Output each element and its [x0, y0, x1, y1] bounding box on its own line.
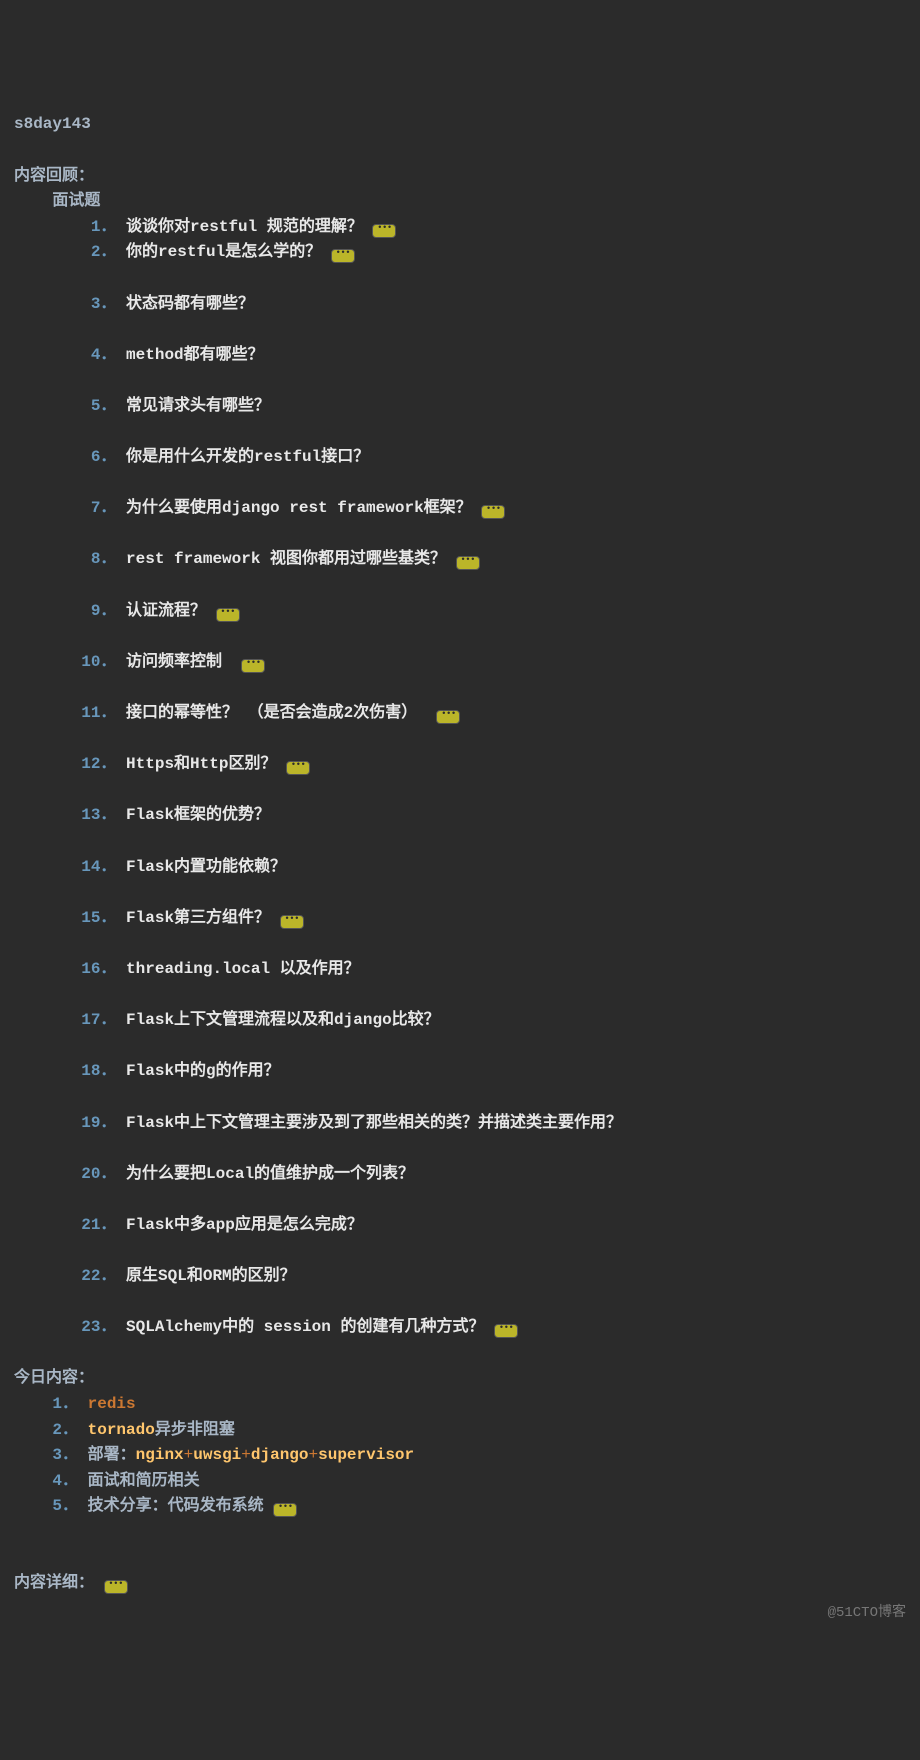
- today-number: 3．: [52, 1446, 78, 1464]
- question-text: threading.local 以及作用？: [126, 960, 360, 978]
- question-number: 8．: [91, 550, 117, 568]
- fold-badge-icon[interactable]: [241, 659, 265, 673]
- question-number: 7．: [91, 499, 117, 517]
- question-number: 15．: [81, 909, 116, 927]
- question-number: 18．: [81, 1062, 116, 1080]
- question-number: 14．: [81, 858, 116, 876]
- question-text: 你的restful是怎么学的？: [126, 243, 321, 261]
- question-number: 1．: [91, 218, 117, 236]
- fold-badge-icon[interactable]: [372, 224, 396, 238]
- question-text: Https和Http区别？: [126, 755, 276, 773]
- fold-badge-icon[interactable]: [286, 761, 310, 775]
- today-text: 技术分享：: [88, 1497, 168, 1515]
- question-number: 5．: [91, 397, 117, 415]
- question-text: 认证流程？: [126, 602, 206, 620]
- today-text: +: [241, 1446, 251, 1464]
- today-number: 1．: [52, 1395, 78, 1413]
- fold-badge-icon[interactable]: [273, 1503, 297, 1517]
- today-text: django: [251, 1446, 309, 1464]
- question-text: 你是用什么开发的restful接口？: [126, 448, 369, 466]
- fold-badge-icon[interactable]: [436, 710, 460, 724]
- today-text: supervisor: [318, 1446, 414, 1464]
- question-text: 谈谈你对restful 规范的理解？: [126, 218, 363, 236]
- question-text: Flask框架的优势？: [126, 806, 270, 824]
- question-number: 17．: [81, 1011, 116, 1029]
- question-text: Flask内置功能依赖？: [126, 858, 286, 876]
- question-text: 常见请求头有哪些？: [126, 397, 270, 415]
- question-number: 21．: [81, 1216, 116, 1234]
- question-text: SQLAlchemy中的 session 的创建有几种方式？: [126, 1318, 484, 1336]
- question-number: 23．: [81, 1318, 116, 1336]
- question-number: 22．: [81, 1267, 116, 1285]
- question-text: 访问频率控制: [126, 653, 232, 671]
- document-root: s8day143 内容回顾： 面试题 1． 谈谈你对restful 规范的理解？…: [14, 112, 906, 1596]
- question-text: 为什么要使用django rest framework框架？: [126, 499, 472, 517]
- question-number: 9．: [91, 602, 117, 620]
- question-number: 3．: [91, 295, 117, 313]
- question-text: Flask中多app应用是怎么完成？: [126, 1216, 363, 1234]
- question-number: 10．: [81, 653, 116, 671]
- question-number: 12．: [81, 755, 116, 773]
- today-number: 5．: [52, 1497, 78, 1515]
- today-number: 2．: [52, 1421, 78, 1439]
- doc-title: s8day143: [14, 115, 91, 133]
- fold-badge-icon[interactable]: [104, 1580, 128, 1594]
- today-text: tornado: [88, 1421, 155, 1439]
- fold-badge-icon[interactable]: [481, 505, 505, 519]
- today-text: uwsgi: [193, 1446, 241, 1464]
- section-today: 今日内容：: [14, 1369, 94, 1387]
- question-text: 状态码都有哪些？: [126, 295, 254, 313]
- today-text: +: [184, 1446, 194, 1464]
- question-number: 13．: [81, 806, 116, 824]
- today-number: 4．: [52, 1472, 78, 1490]
- question-text: 为什么要把Local的值维护成一个列表？: [126, 1165, 414, 1183]
- fold-badge-icon[interactable]: [456, 556, 480, 570]
- question-text: Flask中上下文管理主要涉及到了那些相关的类？并描述类主要作用？: [126, 1114, 622, 1132]
- question-text: Flask第三方组件？: [126, 909, 270, 927]
- subsection-interview: 面试题: [52, 192, 100, 210]
- section-detail: 内容详细：: [14, 1574, 94, 1592]
- question-number: 2．: [91, 243, 117, 261]
- question-number: 19．: [81, 1114, 116, 1132]
- question-text: method都有哪些？: [126, 346, 264, 364]
- today-text: nginx: [136, 1446, 184, 1464]
- fold-badge-icon[interactable]: [494, 1324, 518, 1338]
- question-number: 11．: [81, 704, 116, 722]
- today-text: 异步非阻塞: [155, 1421, 235, 1439]
- fold-badge-icon[interactable]: [216, 608, 240, 622]
- question-text: Flask上下文管理流程以及和django比较？: [126, 1011, 440, 1029]
- question-text: Flask中的g的作用？: [126, 1062, 280, 1080]
- today-text: redis: [88, 1395, 136, 1413]
- today-text: 代码发布系统: [168, 1497, 264, 1515]
- question-text: 接口的幂等性？ （是否会造成2次伤害）: [126, 704, 427, 722]
- today-text: +: [309, 1446, 319, 1464]
- section-review: 内容回顾：: [14, 167, 94, 185]
- question-number: 6．: [91, 448, 117, 466]
- watermark: @51CTO博客: [828, 1602, 906, 1624]
- question-number: 20．: [81, 1165, 116, 1183]
- today-text: 部署：: [88, 1446, 136, 1464]
- question-text: rest framework 视图你都用过哪些基类？: [126, 550, 446, 568]
- fold-badge-icon[interactable]: [280, 915, 304, 929]
- fold-badge-icon[interactable]: [331, 249, 355, 263]
- question-text: 原生SQL和ORM的区别？: [126, 1267, 296, 1285]
- today-text: 面试和简历相关: [88, 1472, 200, 1490]
- question-number: 16．: [81, 960, 116, 978]
- question-number: 4．: [91, 346, 117, 364]
